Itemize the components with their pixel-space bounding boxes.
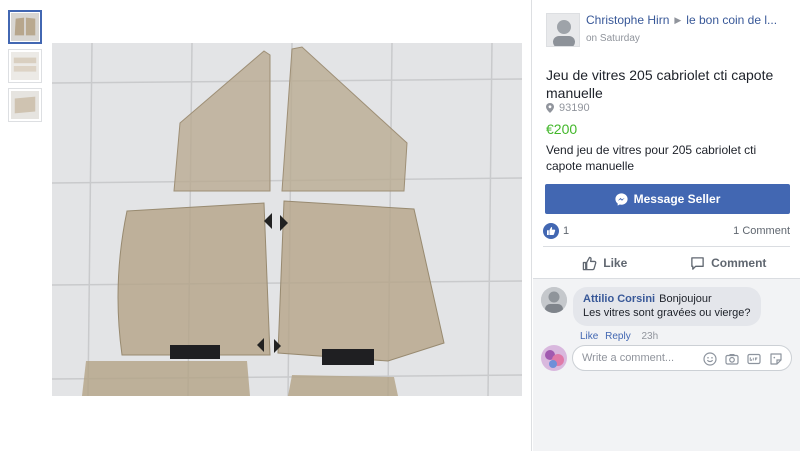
like-summary[interactable]: 1 (543, 223, 569, 239)
listing-details: Christophe Hirn ▶ le bon coin de l... on… (533, 0, 800, 451)
seller-name-link[interactable]: Christophe Hirn (586, 13, 669, 27)
sticker-icon[interactable] (769, 352, 783, 366)
gif-icon[interactable] (747, 352, 761, 366)
main-product-photo[interactable] (52, 43, 522, 396)
listing-price: €200 (546, 121, 578, 137)
comment-text-line2: Les vitres sont gravées ou vierge? (583, 307, 751, 319)
thumbnail-1[interactable] (8, 10, 42, 44)
comment-like-link[interactable]: Like (580, 331, 598, 342)
like-count: 1 (563, 225, 570, 237)
thumbs-up-icon (543, 223, 559, 239)
comment-button[interactable]: Comment (667, 250, 791, 276)
seller-info: Christophe Hirn ▶ le bon coin de l... on… (586, 13, 792, 44)
comment-text-line1: Bonjoujour (659, 293, 712, 305)
comment-input-placeholder: Write a comment... (582, 352, 675, 364)
comment-time[interactable]: 23h (642, 331, 659, 342)
thumbnail-3[interactable] (8, 88, 42, 122)
comment-count-link[interactable]: 1 Comment (733, 225, 790, 237)
comment-input[interactable]: Write a comment... (572, 345, 792, 371)
listing-title: Jeu de vitres 205 cabriolet cti capote m… (546, 67, 774, 101)
listing-description: Vend jeu de vitres pour 205 cabriolet ct… (546, 143, 757, 173)
thumbs-up-outline-icon (582, 256, 597, 270)
emoji-icon[interactable] (703, 352, 717, 366)
seller-header: Christophe Hirn ▶ le bon coin de l... on… (546, 13, 792, 47)
photo-viewer (0, 0, 532, 451)
comment-author-link[interactable]: Attilio Corsini (583, 293, 655, 305)
listing-location: 93190 (546, 102, 590, 114)
seller-avatar[interactable] (546, 13, 580, 47)
thumbnail-2[interactable] (8, 49, 42, 83)
seller-line: Christophe Hirn ▶ le bon coin de l... (586, 13, 792, 27)
camera-icon[interactable] (725, 352, 739, 366)
divider (543, 246, 790, 247)
chevron-right-icon: ▶ (674, 14, 682, 25)
comments-section: Attilio Corsini Bonjoujour Les vitres son… (533, 278, 800, 451)
composer-tools (695, 352, 783, 366)
user-avatar (541, 345, 567, 371)
comment-meta: Like Reply 23h (580, 331, 662, 342)
like-button[interactable]: Like (543, 250, 667, 276)
comment-composer: Write a comment... (541, 344, 792, 372)
comment-reply-link[interactable]: Reply (605, 331, 631, 342)
post-actions: Like Comment (543, 250, 790, 276)
like-label: Like (603, 256, 628, 270)
messenger-icon (615, 192, 628, 206)
location-text: 93190 (559, 102, 590, 114)
group-name-link[interactable]: le bon coin de l... (686, 13, 777, 27)
thumbnail-strip (8, 10, 44, 127)
location-pin-icon (546, 103, 554, 113)
message-seller-label: Message Seller (633, 192, 721, 206)
comment-icon (691, 256, 704, 270)
reactions-bar: 1 1 Comment (543, 222, 790, 240)
comment-bubble: Attilio Corsini Bonjoujour Les vitres son… (573, 287, 761, 326)
message-seller-button[interactable]: Message Seller (545, 184, 790, 214)
commenter-avatar[interactable] (541, 287, 567, 313)
comment-label: Comment (711, 256, 767, 270)
post-timestamp[interactable]: on Saturday (586, 33, 792, 44)
